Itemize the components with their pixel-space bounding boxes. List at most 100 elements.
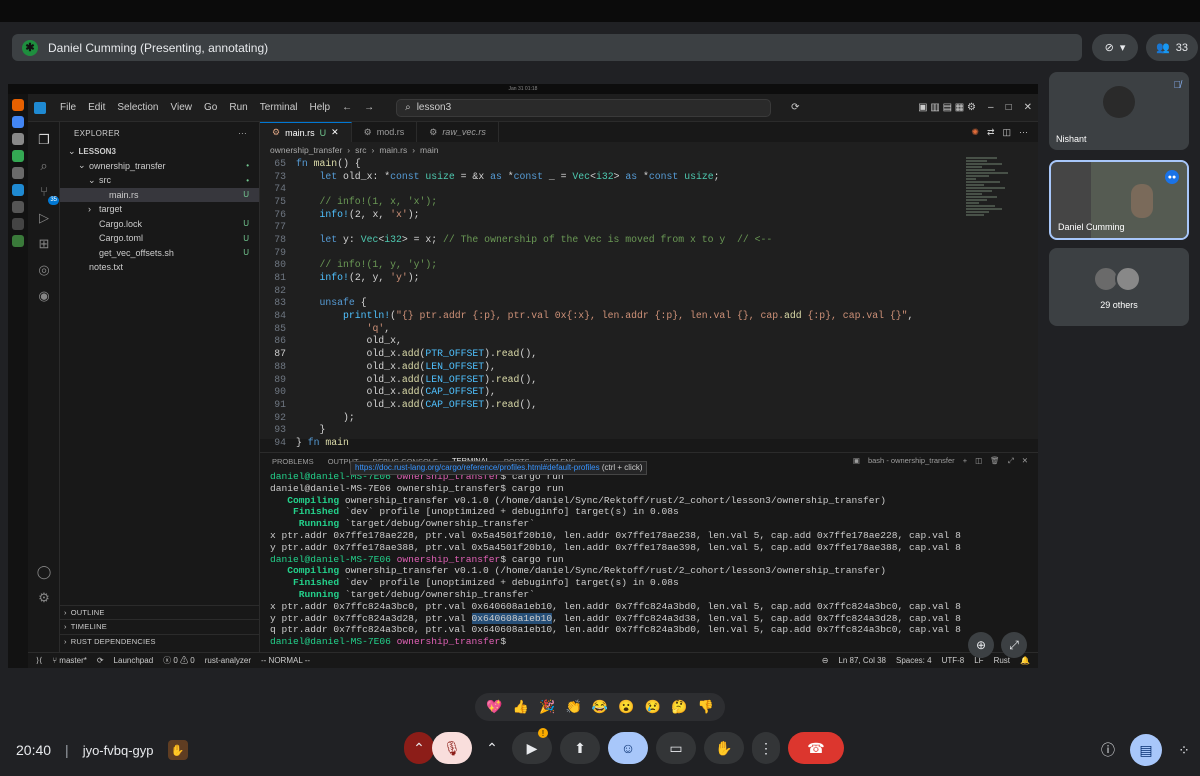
present-button[interactable]: ⬆: [560, 732, 600, 764]
reaction-emoji[interactable]: 👎: [698, 699, 714, 715]
search-view-icon[interactable]: ⌕: [36, 158, 52, 174]
menu-file[interactable]: File: [54, 102, 82, 113]
close-icon[interactable]: ✕: [1018, 102, 1038, 113]
code-editor[interactable]: 65 fn main() {73 let old_x: *const usize …: [260, 157, 960, 448]
close-panel-icon[interactable]: ✕: [1022, 456, 1028, 466]
code-line[interactable]: 83 unsafe {: [260, 297, 960, 310]
section-timeline[interactable]: › TIMELINE: [60, 619, 260, 634]
copilot-icon[interactable]: ⟳: [785, 102, 805, 113]
menu-selection[interactable]: Selection: [111, 102, 164, 113]
terminal-output[interactable]: daniel@daniel-MS-7E06 ownership_transfer…: [260, 471, 1038, 655]
files-icon[interactable]: [12, 133, 24, 145]
code-line[interactable]: 89 old_x.add(LEN_OFFSET).read(),: [260, 373, 960, 386]
code-line[interactable]: 73 let old_x: *const usize = &x as *cons…: [260, 170, 960, 183]
reaction-emoji[interactable]: 👏: [565, 699, 581, 715]
account-icon[interactable]: ◯: [36, 564, 52, 580]
code-line[interactable]: 65 fn main() {: [260, 157, 960, 170]
breadcrumb-item[interactable]: src: [355, 145, 366, 155]
fullscreen-icon[interactable]: ⤢: [1001, 632, 1027, 658]
tree-item[interactable]: › target: [60, 202, 259, 217]
code-line[interactable]: 93 }: [260, 423, 960, 436]
code-line[interactable]: 92 );: [260, 411, 960, 424]
close-tab-icon[interactable]: ✕: [331, 127, 339, 138]
split-terminal-icon[interactable]: ◫: [975, 456, 982, 466]
code-line[interactable]: 80 // info!(1, y, 'y');: [260, 259, 960, 272]
forward-arrow-icon[interactable]: →: [358, 102, 380, 113]
launchpad-status[interactable]: Launchpad: [114, 656, 154, 665]
breadcrumb-item[interactable]: main: [420, 145, 438, 155]
settings-gear-icon[interactable]: ⚙: [36, 590, 52, 606]
back-arrow-icon[interactable]: ←: [336, 102, 358, 113]
maximize-icon[interactable]: □: [1000, 102, 1018, 113]
extensions-icon[interactable]: ⊞: [36, 236, 52, 252]
layout-button[interactable]: ⊘ ▾: [1092, 34, 1138, 61]
layout-icons[interactable]: ▣ ▥ ▤ ▦ ⚙: [912, 102, 982, 113]
menu-go[interactable]: Go: [198, 102, 223, 113]
terminal-title[interactable]: bash - ownership_transfer: [868, 456, 955, 466]
zoom-icon[interactable]: ⊖: [822, 656, 829, 665]
menu-run[interactable]: Run: [223, 102, 253, 113]
tree-item[interactable]: Cargo.toml U: [60, 231, 259, 246]
code-line[interactable]: 94} fn main: [260, 436, 960, 449]
workspace-root[interactable]: ⌄ LESSON3: [60, 144, 259, 159]
panel-tab-problems[interactable]: PROBLEMS: [272, 457, 314, 466]
reaction-emoji[interactable]: 👍: [513, 699, 529, 715]
code-line[interactable]: 87 old_x.add(PTR_OFFSET).read(),: [260, 347, 960, 360]
editor-actions[interactable]: ✺ ⇄ ◫ ···: [971, 122, 1038, 142]
tree-item[interactable]: notes.txt: [60, 260, 259, 275]
sync-icon[interactable]: ⟳: [97, 656, 104, 665]
code-line[interactable]: 79: [260, 246, 960, 259]
menu-edit[interactable]: Edit: [82, 102, 111, 113]
tooltip-link[interactable]: https://doc.rust-lang.org/cargo/referenc…: [355, 463, 600, 472]
problems-status[interactable]: ⓧ 0 ⚠ 0: [163, 655, 195, 666]
rust-crab-icon[interactable]: ✺: [971, 127, 979, 138]
lsp-status[interactable]: rust-analyzer: [205, 656, 251, 665]
tree-item[interactable]: main.rs U: [60, 187, 259, 202]
branch-status[interactable]: ⑂ master*: [52, 656, 87, 665]
cursor-position[interactable]: Ln 87, Col 38: [838, 656, 886, 665]
tree-item[interactable]: get_vec_offsets.sh U: [60, 246, 259, 261]
code-line[interactable]: 90 old_x.add(CAP_OFFSET),: [260, 385, 960, 398]
add-terminal-icon[interactable]: +: [963, 456, 967, 466]
reaction-emoji[interactable]: 💖: [486, 699, 502, 715]
code-line[interactable]: 74: [260, 182, 960, 195]
remote-icon[interactable]: ◉: [36, 288, 52, 304]
menu-terminal[interactable]: Terminal: [254, 102, 304, 113]
gitlens-icon[interactable]: ◎: [36, 262, 52, 278]
participants-button[interactable]: 👥 33: [1146, 34, 1198, 61]
camera-toggle-button[interactable]: ▶!: [512, 728, 552, 764]
remote-status-icon[interactable]: ⟩⟨: [36, 656, 42, 665]
notifications-icon[interactable]: 🔔: [1020, 656, 1030, 665]
chrome-icon[interactable]: [12, 116, 24, 128]
chat-button[interactable]: ▤: [1130, 734, 1162, 766]
encoding[interactable]: UTF-8: [942, 656, 965, 665]
reaction-emoji[interactable]: 🎉: [539, 699, 555, 715]
code-line[interactable]: 88 old_x.add(LEN_OFFSET),: [260, 360, 960, 373]
code-line[interactable]: 81 info!(2, y, 'y');: [260, 271, 960, 284]
terminal-dock-icon[interactable]: [12, 201, 24, 213]
source-control-icon[interactable]: ⑂ 35: [36, 184, 59, 205]
captions-button[interactable]: ▭: [656, 732, 696, 764]
code-line[interactable]: 91 old_x.add(CAP_OFFSET).read(),: [260, 398, 960, 411]
menu-help[interactable]: Help: [304, 102, 337, 113]
link-tooltip[interactable]: https://doc.rust-lang.org/cargo/referenc…: [350, 461, 648, 475]
indentation[interactable]: Spaces: 4: [896, 656, 932, 665]
participant-tile-speaking[interactable]: ●● Daniel Cumming: [1049, 160, 1189, 240]
mic-toggle-button[interactable]: 🎙: [432, 732, 472, 764]
tab-raw-vec-rs[interactable]: ⚙ raw_vec.rs: [417, 122, 499, 142]
mic-options-button[interactable]: ⌃: [404, 732, 434, 764]
app2-icon[interactable]: [12, 218, 24, 230]
app-icon[interactable]: [12, 167, 24, 179]
split-editor-icon[interactable]: ◫: [1002, 127, 1011, 138]
tree-item[interactable]: ⌄ ownership_transfer •: [60, 159, 259, 174]
participant-tile[interactable]: 🎙̸ Nishant: [1049, 72, 1189, 150]
more-options-button[interactable]: ⋮: [752, 732, 780, 764]
reaction-emoji[interactable]: 🤔: [671, 699, 687, 715]
code-line[interactable]: 77: [260, 220, 960, 233]
activities-icon[interactable]: ⁘: [1174, 740, 1194, 760]
command-center[interactable]: ⌕ lesson3: [396, 98, 772, 117]
trash-icon[interactable]: 🗑: [990, 456, 1000, 466]
code-line[interactable]: 75 // info!(1, x, 'x');: [260, 195, 960, 208]
explorer-icon[interactable]: ❐: [36, 132, 52, 148]
vscode-dock-icon[interactable]: [12, 184, 24, 196]
